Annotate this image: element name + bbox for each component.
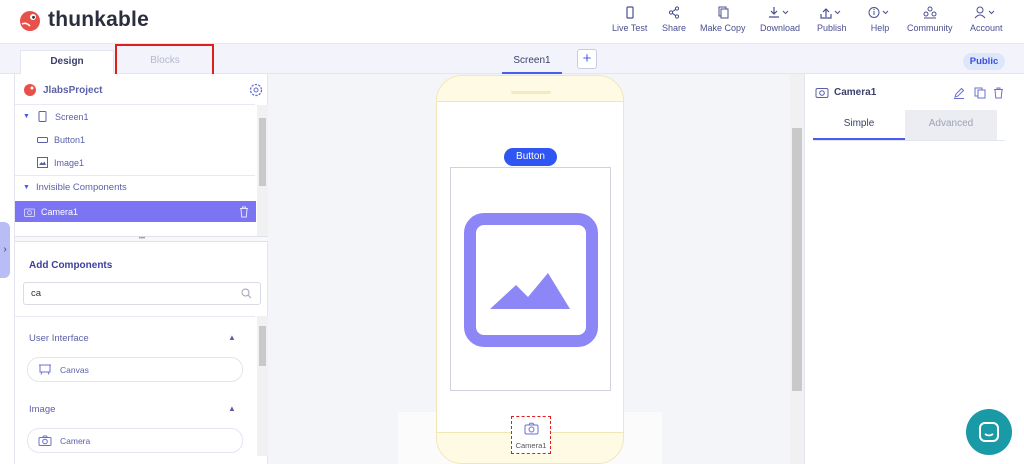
phone-icon — [38, 111, 47, 122]
left-panel: JlabsProject ▼ Screen1 Button1 Image1 ▼ … — [14, 74, 269, 464]
copy-icon — [718, 6, 729, 19]
download-label: Download — [760, 23, 801, 33]
make-copy-label: Make Copy — [700, 23, 746, 33]
properties-header: Camera1 — [815, 86, 876, 98]
category-image[interactable]: Image — [29, 404, 55, 415]
phone-preview: Button Camera1 — [436, 75, 624, 464]
category-user-interface[interactable]: User Interface — [29, 333, 89, 344]
thunkable-logo-icon — [20, 11, 40, 31]
account-label: Account — [970, 23, 1003, 33]
add-screen-button[interactable]: + — [577, 49, 597, 69]
share-label: Share — [662, 23, 687, 33]
preview-image-frame[interactable] — [450, 167, 611, 391]
properties-panel: Camera1 Simple Advanced — [804, 74, 1024, 464]
tab-design[interactable]: Design — [20, 50, 114, 74]
live-test-button[interactable]: Live Test — [612, 6, 647, 33]
camera-icon — [38, 435, 52, 446]
publish-icon — [820, 8, 841, 19]
preview-camera-component[interactable]: Camera1 — [511, 416, 551, 454]
tree-item-label: Screen1 — [54, 111, 89, 122]
account-icon — [974, 6, 995, 19]
make-copy-button[interactable]: Make Copy — [700, 6, 746, 33]
community-icon — [923, 6, 937, 19]
image-icon — [37, 157, 48, 168]
tree-item-label: Image1 — [54, 157, 85, 168]
invisible-components-label: Invisible Components — [35, 182, 127, 193]
component-search-input[interactable]: ca — [23, 282, 261, 305]
tree-item-camera1[interactable]: Camera1 — [15, 201, 256, 222]
expand-caret-icon: ▼ — [23, 113, 30, 120]
collapse-caret-icon[interactable]: ▲ — [228, 404, 236, 413]
camera-icon — [24, 208, 35, 217]
delete-trash-icon[interactable] — [239, 206, 249, 218]
tree-item-label: Button1 — [54, 135, 86, 145]
phone-icon — [626, 6, 634, 19]
button-icon — [37, 137, 48, 143]
invisible-components-header[interactable]: ▼ Invisible Components — [23, 182, 127, 193]
help-icon — [868, 7, 889, 18]
tab-screen1[interactable]: Screen1 — [502, 50, 562, 74]
tree-item-label: Camera1 — [41, 206, 79, 217]
tab-simple[interactable]: Simple — [813, 110, 905, 140]
tree-item-image1[interactable]: Image1 — [37, 157, 84, 168]
tree-item-button1[interactable]: Button1 — [37, 135, 85, 145]
project-header: JlabsProject — [23, 83, 102, 97]
delete-trash-icon[interactable] — [993, 87, 1004, 99]
help-label: Help — [870, 23, 890, 33]
account-button[interactable]: Account — [970, 6, 1003, 33]
add-components-title: Add Components — [29, 260, 113, 271]
tree-item-screen1[interactable]: ▼ Screen1 — [23, 111, 88, 122]
image-placeholder-icon — [464, 213, 598, 347]
camera-icon — [524, 422, 538, 435]
search-input-value: ca — [31, 288, 42, 299]
help-button[interactable]: Help — [868, 6, 892, 33]
community-label: Community — [907, 23, 953, 33]
component-label: Camera — [60, 435, 91, 446]
component-label: Canvas — [60, 364, 89, 375]
phone-top-bar — [437, 76, 623, 102]
top-bar: thunkable Live Test Share Make Copy Down… — [0, 0, 1024, 44]
project-name: JlabsProject — [43, 84, 103, 96]
preview-button[interactable]: Button — [504, 148, 557, 166]
duplicate-icon[interactable] — [974, 87, 986, 99]
logo[interactable]: thunkable — [18, 8, 149, 32]
left-panel-toggle[interactable]: › — [0, 222, 10, 278]
components-scrollbar-thumb[interactable] — [259, 326, 266, 366]
canvas-scrollbar-thumb[interactable] — [792, 128, 802, 391]
visibility-badge[interactable]: Public — [963, 53, 1005, 70]
component-canvas[interactable]: Canvas — [27, 357, 243, 382]
download-button[interactable]: Download — [760, 6, 800, 33]
camera-icon — [815, 88, 829, 98]
chat-icon — [979, 422, 999, 442]
edit-pencil-icon[interactable] — [953, 87, 965, 99]
camera-component-label: Camera1 — [515, 441, 547, 450]
project-icon — [24, 84, 36, 96]
collapse-caret-icon[interactable]: ▲ — [228, 333, 236, 342]
live-test-label: Live Test — [612, 23, 648, 33]
share-button[interactable]: Share — [662, 6, 686, 33]
chat-support-button[interactable] — [966, 409, 1012, 455]
community-button[interactable]: Community — [907, 6, 953, 33]
component-camera[interactable]: Camera — [27, 428, 243, 453]
tab-advanced[interactable]: Advanced — [905, 110, 997, 140]
panel-resize-handle[interactable]: ••• — [15, 236, 269, 242]
properties-title: Camera1 — [834, 86, 877, 98]
publish-label: Publish — [817, 23, 847, 33]
download-icon — [769, 7, 789, 18]
search-icon — [241, 288, 252, 299]
publish-button[interactable]: Publish — [817, 6, 847, 33]
expand-caret-icon: ▼ — [23, 184, 30, 191]
canvas-icon — [39, 364, 51, 375]
share-icon — [668, 6, 680, 19]
brand-name: thunkable — [48, 8, 149, 31]
project-settings-gear-icon[interactable] — [249, 83, 263, 97]
tree-scrollbar-thumb[interactable] — [259, 118, 266, 186]
